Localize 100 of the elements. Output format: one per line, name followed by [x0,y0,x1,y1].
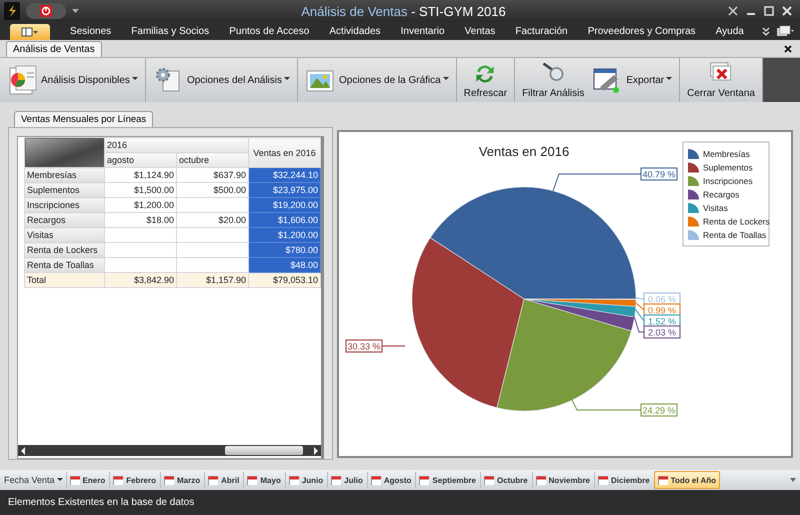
data-label: 2.03 % [644,326,680,338]
data-label: 24.29 % [640,404,678,416]
month-button[interactable]: Todo el Año [654,471,720,489]
power-icon[interactable] [26,2,66,20]
calendar-icon [208,476,218,484]
row-header: Renta de Lockers [24,242,104,258]
month-button[interactable]: Abril [204,471,244,489]
calendar-icon [70,476,80,484]
ribbon-button[interactable]: Exportar [589,60,676,100]
table-cell: $1,500.00 [104,182,176,198]
ribbon-button[interactable]: Cerrar Ventana [684,59,758,101]
table-cell: $780.00 [248,242,320,258]
table-cell: $1,606.00 [248,212,320,228]
table-cell: $3,842.90 [104,272,176,288]
data-label: 40.79 % [640,168,678,180]
caret-icon[interactable] [72,8,79,14]
calendar-icon [370,476,381,484]
leader-line [570,398,642,410]
month-button[interactable]: Febrero [109,471,160,489]
document-tab[interactable]: Análisis de Ventas [6,41,102,57]
calendar-icon [331,476,342,484]
ribbon-button[interactable]: Opciones de la Gráfica [302,60,452,100]
right-arrow-icon[interactable] [313,446,319,454]
calendar-icon [658,476,668,484]
left-arrow-icon[interactable] [20,446,26,454]
table-cell: $1,200.00 [104,198,176,212]
month-button[interactable]: Agosto [366,471,416,489]
calendar-icon [419,476,430,484]
panel-tab[interactable]: Ventas Mensuales por Líneas [14,111,154,127]
month-button[interactable]: Junio [284,471,328,489]
menu-item[interactable]: Inventario [400,26,445,36]
legend-label: Visitas [703,203,728,213]
ribbon-button[interactable]: Filtrar Análisis [519,59,588,101]
column-header: agosto [104,152,176,168]
row-header: Visitas [24,228,104,242]
table-cell: $637.90 [176,168,248,182]
legend-label: Recargos [703,190,740,200]
month-button[interactable]: Noviembre [532,471,594,489]
legend-label: Inscripciones [703,176,753,186]
table-cell: $500.00 [176,182,248,198]
caret-icon[interactable] [790,478,796,482]
data-label: 1.52 % [644,314,680,328]
menu-item[interactable]: Familias y Socios [131,26,210,36]
table-cell: $48.00 [248,258,320,272]
month-button[interactable]: Octubre [480,471,532,489]
table-cell: $79,053.10 [248,272,320,288]
row-header: Renta de Toallas [24,258,104,272]
table-cell: $19,200.00 [248,198,320,212]
calendar-icon [484,476,494,484]
menu-item[interactable]: Facturación [515,26,568,36]
table-cell: $18.00 [104,212,176,228]
data-label: 0.99 % [644,304,680,316]
row-header: Total [24,272,104,288]
chevron-icon[interactable] [762,26,770,36]
table-cell: $1,200.00 [248,228,320,242]
close-icon[interactable] [784,45,792,53]
menu-item[interactable]: Ayuda [716,26,744,36]
filter-label[interactable]: Fecha Venta [4,475,63,485]
table-cell: $1,124.90 [104,168,176,182]
row-header: Membresías [24,168,104,182]
data-label: 30.33 % [346,340,382,352]
month-button[interactable]: Marzo [160,471,204,489]
legend-label: Renta de Lockers [703,216,770,226]
month-button[interactable]: Septiembre [415,471,480,489]
menu-item[interactable]: Sesiones [70,26,112,36]
table-cell: $23,975.00 [248,182,320,198]
column-header: 2016 [104,138,248,152]
calendar-icon [288,476,299,484]
month-button[interactable]: Julio [327,471,367,489]
legend-label: Membresías [703,149,750,159]
calendar-icon [113,476,124,484]
report-chart-icon [7,65,37,95]
app-menu-button[interactable] [10,24,50,40]
legend-label: Suplementos [703,162,753,172]
leader-line [634,316,644,332]
status-text: Elementos Existentes en la base de datos [8,497,194,508]
calendar-icon [598,476,608,484]
table-cell: $20.00 [176,212,248,228]
ribbon-button[interactable]: Opciones del Análisis [150,60,293,100]
month-button[interactable]: Mayo [243,471,285,489]
month-button[interactable]: Diciembre [594,471,654,489]
ribbon-button[interactable]: Refrescar [460,59,510,101]
maximize-icon[interactable] [764,6,774,16]
menu-item[interactable]: Ventas [464,26,496,36]
leader-line [636,298,644,300]
ribbon-button[interactable]: Análisis Disponibles [4,60,141,100]
row-header: Suplementos [24,182,104,198]
calendar-icon [247,476,258,484]
data-label: 0.06 % [644,292,680,306]
windows-icon[interactable] [776,25,794,37]
legend-label: Renta de Toallas [703,230,766,240]
panel-icon [21,27,39,37]
window-title: Análisis de Ventas - STI-GYM 2016 [300,4,507,18]
scrollbar-thumb[interactable] [225,446,303,455]
chart-title: Ventas en 2016 [478,144,570,159]
horizontal-scrollbar[interactable] [18,445,321,456]
menu-item[interactable]: Actividades [329,26,381,36]
month-button[interactable]: Enero [66,471,110,489]
menu-item[interactable]: Proveedores y Compras [588,26,696,36]
menu-item[interactable]: Puntos de Acceso [229,26,310,36]
